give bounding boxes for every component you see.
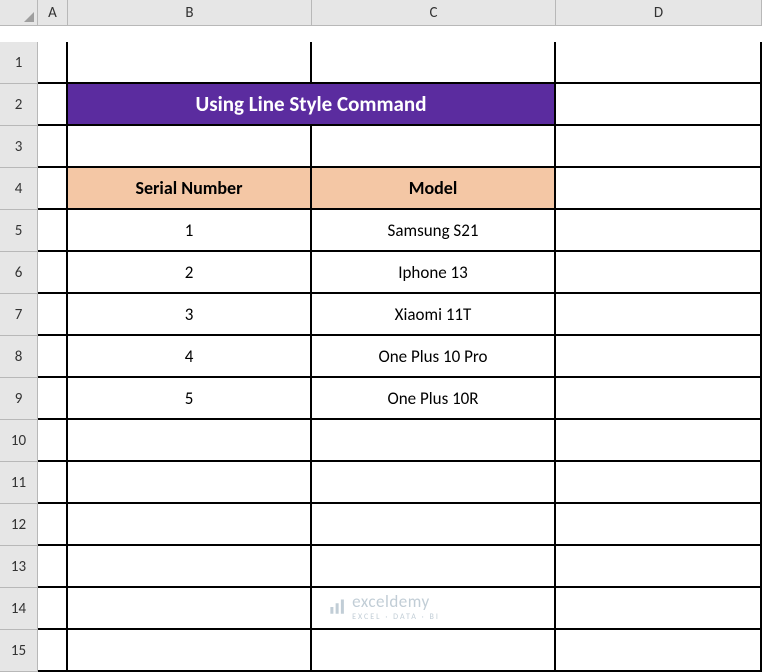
header-model[interactable]: Model [312,168,556,210]
cell-C10[interactable] [312,420,556,462]
cell-serial-4[interactable]: 5 [68,378,312,420]
cell-D1[interactable] [556,42,762,84]
title-cell[interactable]: Using Line Style Command [68,84,556,126]
cell-D3[interactable] [556,126,762,168]
cell-A15[interactable] [38,630,68,672]
cell-model-1[interactable]: Iphone 13 [312,252,556,294]
cell-A6[interactable] [38,252,68,294]
cell-D8[interactable] [556,336,762,378]
cell-B11[interactable] [68,462,312,504]
cell-C14[interactable] [312,588,556,630]
cell-model-4[interactable]: One Plus 10R [312,378,556,420]
col-header-D[interactable]: D [556,0,762,26]
cell-D14[interactable] [556,588,762,630]
cell-C3[interactable] [312,126,556,168]
cell-B1[interactable] [68,42,312,84]
cell-D9[interactable] [556,378,762,420]
row-header-13[interactable]: 13 [0,546,38,588]
cell-C1[interactable] [312,42,556,84]
col-header-C[interactable]: C [312,0,556,26]
cell-serial-3[interactable]: 4 [68,336,312,378]
cell-D11[interactable] [556,462,762,504]
cell-model-3[interactable]: One Plus 10 Pro [312,336,556,378]
cell-A8[interactable] [38,336,68,378]
cell-B15[interactable] [68,630,312,672]
row-header-12[interactable]: 12 [0,504,38,546]
cell-D6[interactable] [556,252,762,294]
row-header-3[interactable]: 3 [0,126,38,168]
row-header-2[interactable]: 2 [0,84,38,126]
cell-D12[interactable] [556,504,762,546]
cell-B13[interactable] [68,546,312,588]
cell-A5[interactable] [38,210,68,252]
row-header-9[interactable]: 9 [0,378,38,420]
row-header-8[interactable]: 8 [0,336,38,378]
cell-B14[interactable] [68,588,312,630]
cell-A12[interactable] [38,504,68,546]
col-header-B[interactable]: B [68,0,312,26]
cell-A9[interactable] [38,378,68,420]
row-header-10[interactable]: 10 [0,420,38,462]
cell-A1[interactable] [38,42,68,84]
row-header-7[interactable]: 7 [0,294,38,336]
spreadsheet-grid: A B C D 1 2 Using Line Style Command 3 4… [0,0,768,672]
row-header-4[interactable]: 4 [0,168,38,210]
cell-serial-0[interactable]: 1 [68,210,312,252]
cell-C13[interactable] [312,546,556,588]
cell-A4[interactable] [38,168,68,210]
cell-D10[interactable] [556,420,762,462]
select-all-corner[interactable] [0,0,38,26]
cell-A7[interactable] [38,294,68,336]
cell-serial-1[interactable]: 2 [68,252,312,294]
cell-D4[interactable] [556,168,762,210]
cell-D7[interactable] [556,294,762,336]
cell-model-0[interactable]: Samsung S21 [312,210,556,252]
cell-D2[interactable] [556,84,762,126]
cell-C15[interactable] [312,630,556,672]
row-header-14[interactable]: 14 [0,588,38,630]
cell-B10[interactable] [68,420,312,462]
cell-model-2[interactable]: Xiaomi 11T [312,294,556,336]
cell-D13[interactable] [556,546,762,588]
cell-D15[interactable] [556,630,762,672]
cell-C12[interactable] [312,504,556,546]
cell-A2[interactable] [38,84,68,126]
row-header-15[interactable]: 15 [0,630,38,672]
row-header-11[interactable]: 11 [0,462,38,504]
cell-A13[interactable] [38,546,68,588]
row-header-5[interactable]: 5 [0,210,38,252]
cell-D5[interactable] [556,210,762,252]
header-serial[interactable]: Serial Number [68,168,312,210]
cell-A3[interactable] [38,126,68,168]
col-header-A[interactable]: A [38,0,68,26]
cell-A10[interactable] [38,420,68,462]
cell-B3[interactable] [68,126,312,168]
cell-C11[interactable] [312,462,556,504]
cell-B12[interactable] [68,504,312,546]
row-header-6[interactable]: 6 [0,252,38,294]
cell-serial-2[interactable]: 3 [68,294,312,336]
row-header-1[interactable]: 1 [0,42,38,84]
cell-A11[interactable] [38,462,68,504]
cell-A14[interactable] [38,588,68,630]
